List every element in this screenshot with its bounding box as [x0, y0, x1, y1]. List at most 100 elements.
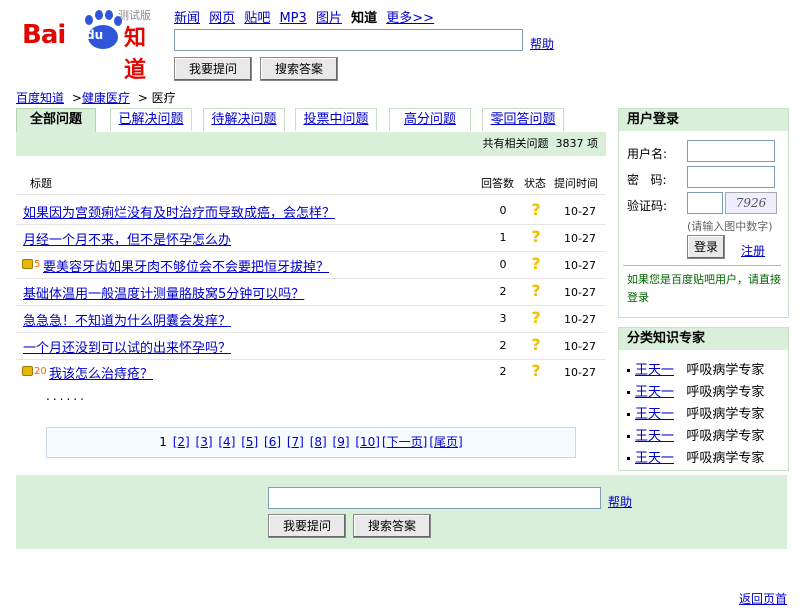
- expert-name-link[interactable]: 王天一: [635, 451, 674, 466]
- register-link[interactable]: 注册: [741, 242, 765, 259]
- unsolved-status-icon: ?: [531, 361, 541, 380]
- captcha-label: 验证码:: [627, 199, 668, 213]
- answer-count: 0: [499, 258, 507, 271]
- reward-points: 5: [34, 259, 41, 270]
- question-link[interactable]: 我该怎么治痔疮？: [49, 363, 153, 382]
- answer-count: 3: [499, 312, 507, 325]
- password-field[interactable]: [687, 166, 775, 188]
- page-link[interactable]: [4]: [218, 435, 235, 449]
- page-link[interactable]: [9]: [333, 435, 350, 449]
- baidu-zhidao-logo[interactable]: 测试版 Bai du 知道: [22, 6, 162, 83]
- ellipsis-dots: ......: [46, 389, 87, 403]
- expert-name-link[interactable]: 王天一: [635, 429, 674, 444]
- captcha-field[interactable]: [687, 192, 723, 214]
- top-search-input[interactable]: [174, 29, 523, 51]
- coin-icon: [22, 259, 33, 269]
- question-link[interactable]: 要美容牙齿如果牙肉不够位会不会要把恒牙拔掉？: [43, 256, 329, 275]
- expert-desc: 呼吸病学专家: [686, 407, 765, 422]
- top-search-button[interactable]: 搜索答案: [260, 57, 338, 81]
- reward-badge: 20: [22, 366, 47, 377]
- header-time: 提问时间: [554, 177, 598, 190]
- unsolved-status-icon: ?: [531, 308, 541, 327]
- question-link[interactable]: 一个月还没到可以试的出来怀孕吗？: [23, 337, 231, 356]
- last-page-link[interactable]: [尾页]: [429, 435, 462, 449]
- nav-web[interactable]: 网页: [209, 11, 235, 26]
- bottom-search-input[interactable]: [268, 487, 601, 509]
- page-link[interactable]: [10]: [355, 435, 380, 449]
- pagination: 1 [2] [3] [4] [5] [6] [7] [8] [9] [10] [下…: [46, 427, 576, 458]
- page-link[interactable]: [7]: [287, 435, 304, 449]
- breadcrumb-home[interactable]: 百度知道: [16, 91, 64, 105]
- nav-images[interactable]: 图片: [316, 11, 342, 26]
- reward-points: 20: [34, 366, 47, 377]
- top-ask-button[interactable]: 我要提问: [174, 57, 252, 81]
- page-link[interactable]: [6]: [264, 435, 281, 449]
- expert-desc: 呼吸病学专家: [686, 451, 765, 466]
- top-help-link[interactable]: 帮助: [530, 35, 554, 52]
- next-page-link[interactable]: [下一页]: [382, 435, 427, 449]
- page-link[interactable]: [5]: [241, 435, 258, 449]
- unsolved-status-icon: ?: [531, 200, 541, 219]
- nav-news[interactable]: 新闻: [174, 11, 200, 26]
- page-link[interactable]: [8]: [310, 435, 327, 449]
- answer-count: 1: [499, 231, 507, 244]
- tab-solved[interactable]: 已解决问题: [110, 108, 192, 131]
- table-row: 月经一个月不来，但不是怀孕怎么办 1 ? 10-27: [16, 225, 606, 252]
- count-bar: 共有相关问题 3837 项: [16, 132, 606, 156]
- expert-name-link[interactable]: 王天一: [635, 363, 674, 378]
- table-row: 基础体温用一般温度计测量胳肢窝5分钟可以吗？ 2 ? 10-27: [16, 279, 606, 306]
- login-button[interactable]: 登录: [687, 235, 725, 259]
- table-row: 一个月还没到可以试的出来怀孕吗？ 2 ? 10-27: [16, 333, 606, 360]
- captcha-image: 7926: [725, 192, 777, 214]
- bullet-icon: [627, 457, 630, 460]
- expert-name-link[interactable]: 王天一: [635, 407, 674, 422]
- nav-more[interactable]: 更多>>: [386, 11, 434, 26]
- page-link[interactable]: [3]: [196, 435, 213, 449]
- username-label: 用户名:: [627, 147, 668, 161]
- logo-du-text: du: [86, 28, 104, 42]
- username-field[interactable]: [687, 140, 775, 162]
- nav-tieba[interactable]: 贴吧: [244, 11, 270, 26]
- question-link[interactable]: 月经一个月不来，但不是怀孕怎么办: [23, 229, 231, 248]
- question-link[interactable]: 急急急！不知道为什么阴囊会发痒？: [23, 310, 231, 329]
- bottom-help-link[interactable]: 帮助: [608, 493, 632, 510]
- unsolved-status-icon: ?: [531, 281, 541, 300]
- expert-item: 王天一 呼吸病学专家: [627, 447, 764, 466]
- page-link[interactable]: [2]: [173, 435, 190, 449]
- breadcrumb-current: 医疗: [151, 91, 176, 105]
- table-row: 急急急！不知道为什么阴囊会发痒？ 3 ? 10-27: [16, 306, 606, 333]
- header-title: 标题: [30, 177, 52, 190]
- expert-desc: 呼吸病学专家: [686, 385, 765, 400]
- bullet-icon: [627, 435, 630, 438]
- back-to-top-link[interactable]: 返回页首: [739, 590, 787, 607]
- login-divider: [623, 265, 781, 266]
- nav-mp3[interactable]: MP3: [279, 11, 306, 26]
- unsolved-status-icon: ?: [531, 254, 541, 273]
- question-link[interactable]: 基础体温用一般温度计测量胳肢窝5分钟可以吗？: [23, 283, 304, 302]
- tab-unsolved[interactable]: 待解决问题: [203, 108, 285, 131]
- password-label: 密 码:: [627, 173, 667, 187]
- top-nav: 新闻 网页 贴吧 MP3 图片 知道 更多>>: [174, 7, 439, 26]
- ask-time: 10-27: [564, 286, 596, 299]
- expert-name-link[interactable]: 王天一: [635, 385, 674, 400]
- breadcrumb-category[interactable]: 健康医疗: [82, 91, 130, 105]
- answer-count: 2: [499, 339, 507, 352]
- expert-desc: 呼吸病学专家: [686, 363, 765, 378]
- bullet-icon: [627, 369, 630, 372]
- tab-all-questions[interactable]: 全部问题: [16, 108, 96, 133]
- logo-bai-text: Bai: [22, 20, 66, 50]
- login-panel: 用户登录 用户名: 密 码: 验证码: 7926 (请输入图中数字) 登录 注册…: [618, 108, 789, 318]
- unsolved-status-icon: ?: [531, 335, 541, 354]
- table-row: 20 我该怎么治痔疮？ 2 ? 10-27: [16, 359, 606, 385]
- bottom-ask-button[interactable]: 我要提问: [268, 514, 346, 538]
- bottom-search-button[interactable]: 搜索答案: [353, 514, 431, 538]
- breadcrumb-sep: >: [137, 91, 148, 105]
- question-link[interactable]: 如果因为宫颈痢烂没有及时治疗而导致成癌，会怎样？: [23, 202, 335, 221]
- captcha-hint: (请输入图中数字): [687, 220, 773, 233]
- login-title: 用户登录: [619, 109, 788, 131]
- tab-voting[interactable]: 投票中问题: [295, 108, 377, 131]
- tab-high-reward[interactable]: 高分问题: [389, 108, 471, 131]
- tab-zero-answers[interactable]: 零回答问题: [482, 108, 564, 131]
- ask-time: 10-27: [564, 340, 596, 353]
- coin-icon: [22, 366, 33, 376]
